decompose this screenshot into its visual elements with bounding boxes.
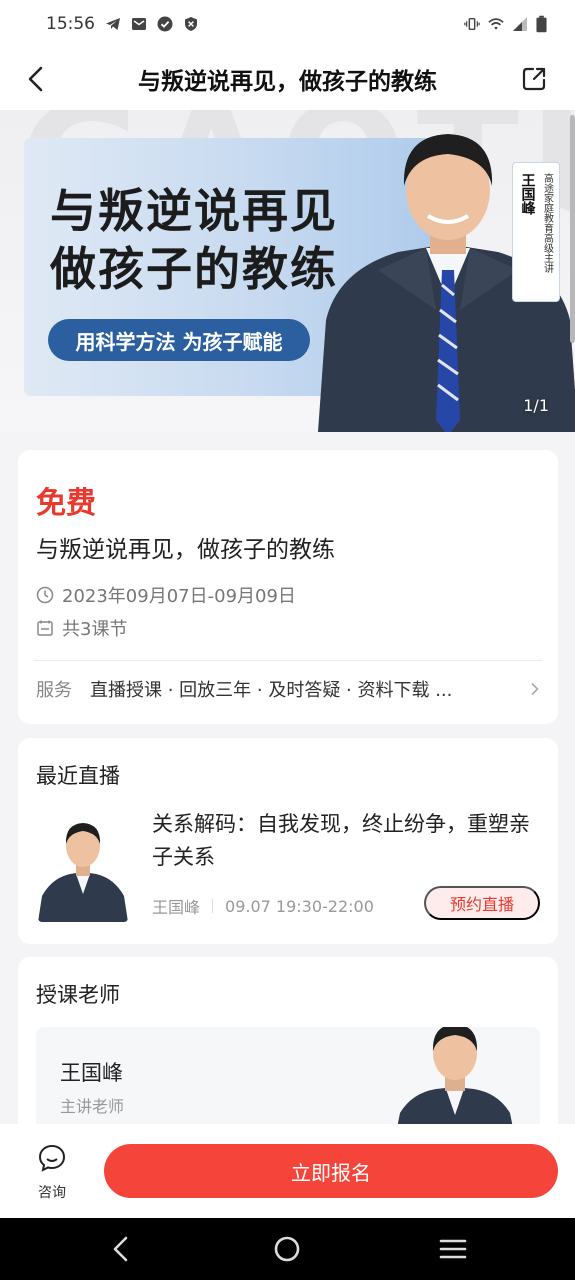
telegram-icon [106,18,120,30]
banner-headline-line2: 做孩子的教练 [50,242,338,296]
bottom-action-bar: 咨询 立即报名 [0,1124,575,1218]
chevron-right-icon [531,682,539,696]
recent-live-card: 最近直播 关系解码：自我发现，终止纷争，重塑亲子关系 王国峰 09.07 19:… [18,738,558,944]
course-price: 免费 [36,486,96,521]
reserve-live-button[interactable]: 预约直播 [424,886,540,920]
course-lesson-count: 共3课节 [62,619,128,640]
course-banner[interactable]: GAOTU 与叛逆说再见 做孩子的教练 用科学方法 为孩子赋能 王国峰 高途家庭… [0,110,575,432]
service-row[interactable]: 服务 直播授课 · 回放三年 · 及时答疑 · 资料下载 ... [36,676,542,702]
meta-separator [212,899,214,913]
nav-home-icon[interactable] [272,1234,302,1264]
service-label: 服务 [36,680,72,701]
course-info-card: 免费 与叛逆说再见，做孩子的教练 2023年09月07日-09月09日 共3课节… [18,450,558,724]
recent-live-heading: 最近直播 [36,764,120,788]
course-date-range: 2023年09月07日-09月09日 [62,586,296,607]
teacher-role: 主讲老师 [60,1097,125,1116]
signal-icon [513,17,527,31]
service-items: 直播授课 · 回放三年 · 及时答疑 · 资料下载 ... [90,680,453,701]
course-date-row: 2023年09月07日-09月09日 [36,582,296,608]
banner-tagline: 用科学方法 为孩子赋能 [48,319,310,361]
live-meta: 王国峰 09.07 19:30-22:00 [152,894,374,918]
live-time: 09.07 19:30-22:00 [225,896,374,916]
shield-icon [185,17,197,31]
nav-menu-icon[interactable] [438,1234,468,1264]
vibrate-icon [464,17,480,31]
app-bar: 与叛逆说再见，做孩子的教练 [0,48,575,110]
course-lessons-row: 共3课节 [36,615,127,641]
status-time: 15:56 [46,14,95,34]
system-nav-bar [0,1218,575,1280]
teacher-heading: 授课老师 [36,983,120,1007]
consult-label: 咨询 [38,1185,66,1201]
banner-headline-line1: 与叛逆说再见 [50,184,338,238]
battery-icon [536,15,547,33]
live-teacher-name: 王国峰 [152,898,201,917]
check-circle-icon [157,16,173,32]
page-title: 与叛逆说再见，做孩子的教练 [138,69,437,95]
course-title: 与叛逆说再见，做孩子的教练 [36,537,335,563]
banner-teacher-title: 高途家庭教育高级主讲 [541,173,553,273]
banner-page-counter: 1/1 [523,396,549,415]
calendar-icon [37,620,53,636]
scrollbar[interactable] [570,115,575,343]
status-bar: 15:56 [0,0,575,48]
share-icon[interactable] [521,66,547,92]
wifi-icon [488,18,504,30]
consult-button[interactable]: 咨询 [30,1144,74,1202]
chat-bubble-icon [38,1144,66,1172]
enroll-button[interactable]: 立即报名 [104,1144,558,1198]
mail-icon [132,18,146,30]
clock-icon [36,586,54,604]
banner-teacher-name: 王国峰 [519,173,536,215]
live-teacher-thumbnail[interactable] [38,814,128,922]
teacher-name: 王国峰 [60,1061,123,1085]
banner-teacher-namecard: 王国峰 高途家庭教育高级主讲 [512,162,560,302]
divider [34,660,542,661]
live-session-title[interactable]: 关系解码：自我发现，终止纷争，重塑亲子关系 [152,808,542,874]
nav-back-icon[interactable] [106,1234,136,1264]
back-arrow-icon[interactable] [20,62,54,96]
banner-headline: 与叛逆说再见 做孩子的教练 [50,182,338,298]
